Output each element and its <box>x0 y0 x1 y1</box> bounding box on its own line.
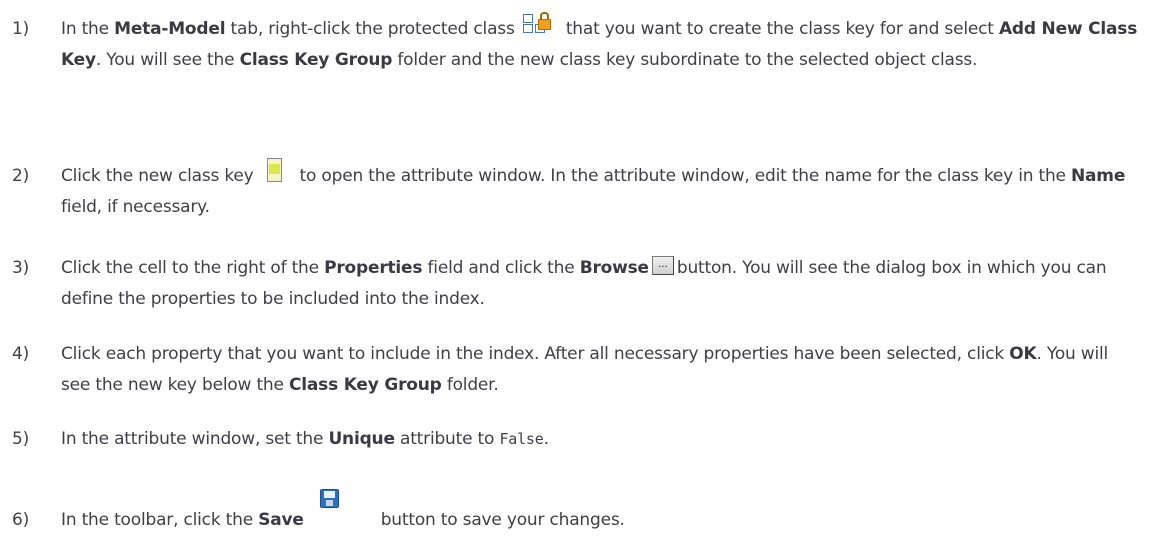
step-2: 2) Click the new class key to open the at… <box>12 158 1140 223</box>
step-text: Click the cell to the right of the Prope… <box>61 253 1140 315</box>
step-number: 2) <box>12 166 30 186</box>
properties-field-label: Properties <box>324 258 423 278</box>
step-text: In the Meta-Model tab, right-click the p… <box>61 12 1140 76</box>
protected-class-icon <box>522 12 551 37</box>
save-icon[interactable] <box>319 488 339 508</box>
step-4: 4) Click each property that you want to … <box>12 339 1140 401</box>
meta-model-tab-label: Meta-Model <box>114 19 226 39</box>
step-number: 6) <box>12 510 30 530</box>
browse-button-icon[interactable]: ... <box>651 255 674 275</box>
unique-attribute-label: Unique <box>328 429 395 449</box>
step-number: 4) <box>12 344 30 364</box>
class-key-group-label: Class Key Group <box>288 375 442 395</box>
step-number: 1) <box>12 19 30 39</box>
class-key-icon <box>266 158 282 182</box>
browse-label: Browse <box>579 258 649 278</box>
step-number: 3) <box>12 258 30 278</box>
step-1: 1) In the Meta-Model tab, right-click th… <box>12 12 1140 76</box>
step-text: In the attribute window, set the Unique … <box>61 429 549 449</box>
step-3: 3) Click the cell to the right of the Pr… <box>12 253 1140 315</box>
step-text: Click each property that you want to inc… <box>61 344 1109 395</box>
save-label: Save <box>258 510 304 530</box>
class-key-group-label: Class Key Group <box>239 50 393 70</box>
step-6: 6) In the toolbar, click the Save button … <box>12 488 1140 536</box>
step-text: Click the new class key to open the attri… <box>61 158 1140 223</box>
step-text: In the toolbar, click the Save button to … <box>61 488 1140 536</box>
step-number: 5) <box>12 429 30 449</box>
step-5: 5) In the attribute window, set the Uniq… <box>12 424 1140 455</box>
false-value: False <box>499 430 544 448</box>
ok-label: OK <box>1009 344 1037 364</box>
name-field-label: Name <box>1071 166 1126 186</box>
